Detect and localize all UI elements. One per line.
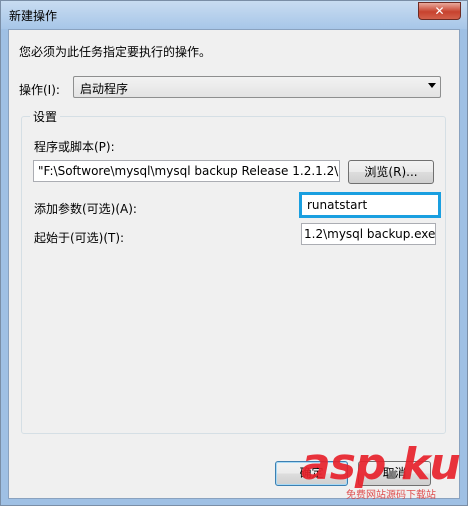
watermark-tagline: 免费网站源码下载站 (346, 490, 436, 501)
instruction-text: 您必须为此任务指定要执行的操作。 (19, 45, 212, 59)
title-bar[interactable]: 新建操作 ✕ (1, 1, 467, 29)
watermark-brand-1: asp (301, 439, 386, 490)
chevron-down-icon (428, 83, 436, 88)
dialog-window: 新建操作 ✕ 您必须为此任务指定要执行的操作。 操作(I): 启动程序 设置 程… (0, 0, 468, 506)
arguments-label: 添加参数(可选)(A): (34, 202, 137, 216)
watermark-brand-dot: . (385, 439, 402, 490)
arguments-input-value: runatstart (307, 198, 368, 212)
browse-button[interactable]: 浏览(R)... (348, 160, 434, 184)
close-button[interactable]: ✕ (418, 2, 461, 20)
program-input[interactable]: "F:\Softwore\mysql\mysql backup Release … (33, 160, 340, 182)
program-label: 程序或脚本(P): (34, 140, 115, 154)
action-select[interactable]: 启动程序 (73, 76, 441, 98)
watermark-logo: asp.ku (301, 443, 461, 487)
dialog-client-area: 您必须为此任务指定要执行的操作。 操作(I): 启动程序 设置 程序或脚本(P)… (8, 29, 460, 499)
start-in-label: 起始于(可选)(T): (34, 231, 125, 245)
start-in-input-value: 1.2\mysql backup.exe" (304, 227, 436, 241)
action-select-value: 启动程序 (80, 82, 129, 96)
watermark-brand-2: ku (401, 439, 461, 490)
arguments-input[interactable]: runatstart (299, 192, 441, 218)
action-label: 操作(I): (19, 83, 60, 97)
window-title: 新建操作 (9, 9, 58, 23)
program-input-value: "F:\Softwore\mysql\mysql backup Release … (38, 164, 340, 178)
settings-group-label: 设置 (30, 108, 61, 125)
start-in-input[interactable]: 1.2\mysql backup.exe" (301, 223, 436, 245)
close-icon: ✕ (434, 4, 445, 18)
